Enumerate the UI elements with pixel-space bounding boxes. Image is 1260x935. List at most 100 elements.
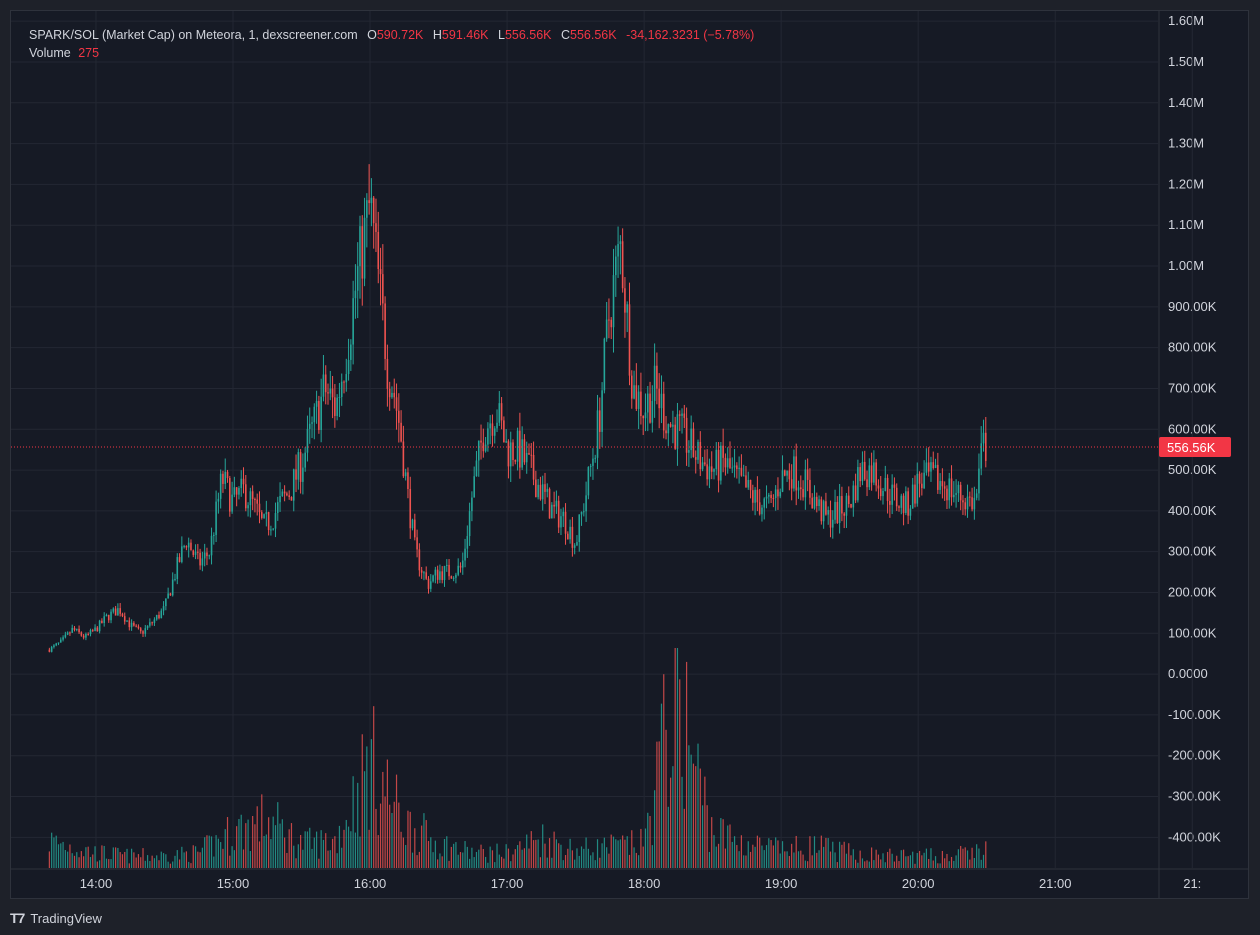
volume-bar [176,850,178,868]
candle-body-up [181,546,183,562]
candle-body-up [53,645,55,648]
candle-body-up [857,467,859,501]
candle-body-down [752,490,754,503]
volume-bar [263,835,265,868]
volume-bar [759,837,761,868]
candle-body-up [975,493,978,498]
candle-body-up [713,469,715,472]
candle-body-down [299,452,302,482]
volume-bar [130,848,133,868]
candle-body-down [642,416,644,419]
candle-body-down [656,365,658,389]
candle-body-up [948,478,951,501]
volume-bar [891,853,893,868]
volume-bar [297,844,299,868]
candle-body-down [795,456,798,491]
candle-body-up [71,627,74,633]
candle-body-up [247,505,249,509]
volume-bar [571,850,573,868]
volume-bar [925,848,928,868]
volume-bar [608,853,610,868]
candle-body-down [235,487,238,495]
candle-body-up [98,620,101,632]
volume-bar [526,834,528,868]
candle-body-down [368,200,370,204]
candle-body-up [231,494,233,512]
volume-bar [277,802,279,868]
candle-body-up [411,519,414,529]
volume-bar [930,848,932,868]
volume-bar [162,853,165,868]
volume-bar [585,837,587,868]
volume-bar [391,812,393,868]
candle-body-up [183,546,185,548]
candle-body-up [217,498,220,502]
volume-bar [756,835,758,868]
volume-bar [443,838,446,868]
volume-bar [836,862,838,868]
chart-canvas[interactable]: 1.60M1.50M1.40M1.30M1.20M1.10M1.00M900.0… [11,11,1248,898]
volume-bar [516,845,519,868]
volume-bar [480,844,482,868]
candle-body-up [487,428,489,445]
volume-bar [884,862,886,868]
volume-bar [665,729,667,868]
candle-body-up [155,614,158,620]
volume-bar [117,847,119,868]
change-value: -34,162.3231 (−5.78%) [626,28,755,42]
volume-bar [724,848,727,868]
candle-body-up [667,424,670,434]
volume-bar [564,855,567,868]
candle-body-down [875,462,877,486]
candle-body-down [101,620,103,623]
candle-body-up [308,423,311,429]
volume-bar [464,841,466,868]
volume-bar [733,836,736,868]
candle-body-down [640,391,642,417]
candle-body-up [681,413,683,416]
candle-body-up [834,501,836,520]
volume-bar [494,862,496,868]
candle-body-down [242,478,245,485]
candle-body-up [55,643,58,646]
tradingview-branding[interactable]: T7 TradingView [10,909,102,927]
candle-body-up [468,511,471,537]
candle-body-up [363,217,366,279]
volume-bar [469,858,471,868]
candle-body-up [445,564,448,566]
candle-body-up [265,512,268,515]
candle-body-down [197,551,199,553]
candle-body-down [943,486,946,489]
candle-body-up [619,241,622,245]
candle-body-down [649,393,651,423]
candle-body-up [827,510,829,515]
volume-bar [350,831,352,868]
candle-body-up [94,627,96,631]
candle-body-down [815,496,818,507]
volume-bar [386,759,388,868]
volume-bar [331,838,334,868]
volume-bar [521,849,523,868]
volume-bar [754,846,756,868]
volume-bar [877,854,880,868]
volume-bar [957,849,959,868]
volume-bar [395,774,398,868]
candle-body-down [699,441,702,470]
volume-bar [274,825,277,868]
volume-bar [382,771,384,868]
candle-body-down [914,484,916,504]
candle-body-down [137,626,140,629]
candle-body-up [64,634,67,638]
volume-bar [839,841,841,868]
candle-body-down [343,381,345,383]
candle-body-down [879,488,882,497]
volume-bar [551,857,553,868]
chart-frame[interactable]: 1.60M 1.50M 1.40M 1.30M 1.20M 1.10M 1.00M 900.0… [10,10,1249,899]
y-tick-label: 1.60M [1168,13,1204,28]
candle-body-down [260,512,263,518]
candle-body-up [423,572,425,574]
symbol-title: SPARK/SOL (Market Cap) on Meteora, 1, de… [29,28,358,42]
volume-bar [249,851,251,868]
candle-body-up [311,422,313,424]
candle-body-up [473,476,475,498]
